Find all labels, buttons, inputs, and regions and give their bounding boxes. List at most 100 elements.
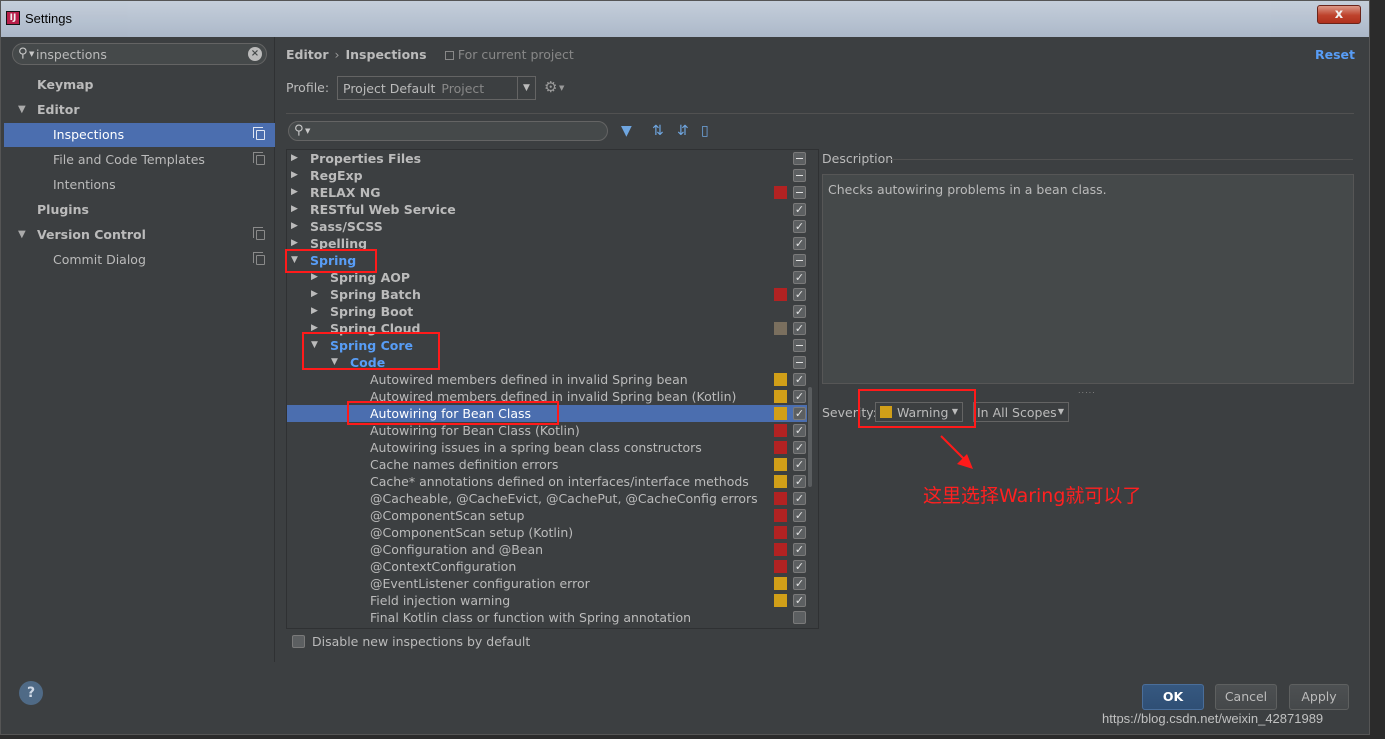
- checkbox-checked[interactable]: ✓: [793, 543, 806, 556]
- tree-row[interactable]: ▶ RegExp: [287, 167, 807, 184]
- tree-row[interactable]: Field injection warning ✓: [287, 592, 807, 609]
- checkbox-checked[interactable]: ✓: [793, 594, 806, 607]
- tree-row[interactable]: Cache names definition errors ✓: [287, 456, 807, 473]
- cancel-button[interactable]: Cancel: [1215, 684, 1277, 710]
- collapse-all-icon[interactable]: ⇵: [677, 123, 689, 139]
- tree-row[interactable]: @Configuration and @Bean ✓: [287, 541, 807, 558]
- help-button[interactable]: ?: [19, 681, 43, 705]
- severity-error-swatch: [774, 424, 787, 437]
- checkbox-checked[interactable]: ✓: [793, 577, 806, 590]
- disable-new-inspections-checkbox[interactable]: [292, 635, 305, 648]
- checkbox-checked[interactable]: ✓: [793, 441, 806, 454]
- sidebar-item-intentions[interactable]: Intentions: [4, 173, 275, 197]
- tree-row[interactable]: ▶ RESTful Web Service ✓: [287, 201, 807, 218]
- project-scope-icon: [253, 227, 265, 240]
- checkbox-checked[interactable]: ✓: [793, 509, 806, 522]
- tree-row[interactable]: Autowiring issues in a spring bean class…: [287, 439, 807, 456]
- severity-error-swatch: [774, 186, 787, 199]
- expand-all-icon[interactable]: ⇅: [652, 123, 664, 139]
- checkbox-checked[interactable]: ✓: [793, 475, 806, 488]
- checkbox-checked[interactable]: ✓: [793, 526, 806, 539]
- chevron-down-icon[interactable]: ▼: [517, 77, 535, 99]
- tree-row[interactable]: ▶ Spring Boot ✓: [287, 303, 807, 320]
- gear-icon[interactable]: ⚙: [544, 78, 557, 96]
- tree-row[interactable]: @ComponentScan setup ✓: [287, 507, 807, 524]
- checkbox-checked[interactable]: ✓: [793, 322, 806, 335]
- chevron-down-icon[interactable]: ▼: [559, 84, 564, 92]
- checkbox-unchecked[interactable]: [793, 611, 806, 624]
- apply-button[interactable]: Apply: [1289, 684, 1349, 710]
- expanded-triangle-icon[interactable]: ▼: [18, 223, 26, 247]
- collapsed-triangle-icon[interactable]: ▶: [291, 184, 298, 201]
- tree-row[interactable]: ▶ Sass/SCSS ✓: [287, 218, 807, 235]
- sidebar-item-commit-dialog[interactable]: Commit Dialog: [4, 248, 275, 272]
- checkbox-partial[interactable]: [793, 339, 806, 352]
- checkbox-checked[interactable]: ✓: [793, 492, 806, 505]
- settings-dialog: IJ Settings x ⚲ ▼ × Keymap ▼ Editor Insp…: [0, 0, 1370, 735]
- tree-row[interactable]: ▶ RELAX NG: [287, 184, 807, 201]
- checkbox-checked[interactable]: ✓: [793, 458, 806, 471]
- checkbox-checked[interactable]: ✓: [793, 373, 806, 386]
- collapsed-triangle-icon[interactable]: ▶: [311, 286, 318, 303]
- severity-error-swatch: [774, 560, 787, 573]
- checkbox-checked[interactable]: ✓: [793, 271, 806, 284]
- checkbox-checked[interactable]: ✓: [793, 560, 806, 573]
- tree-row[interactable]: @ComponentScan setup (Kotlin) ✓: [287, 524, 807, 541]
- sidebar-item-file-and-code-templates[interactable]: File and Code Templates: [4, 148, 275, 172]
- tree-row[interactable]: @EventListener configuration error ✓: [287, 575, 807, 592]
- sidebar-item-editor[interactable]: ▼ Editor: [4, 98, 275, 122]
- close-button[interactable]: x: [1317, 5, 1361, 24]
- eraser-icon[interactable]: ▯: [701, 123, 709, 139]
- checkbox-partial[interactable]: [793, 356, 806, 369]
- checkbox-checked[interactable]: ✓: [793, 203, 806, 216]
- checkbox-partial[interactable]: [793, 254, 806, 267]
- checkbox-partial[interactable]: [793, 186, 806, 199]
- collapsed-triangle-icon[interactable]: ▶: [291, 218, 298, 235]
- inspection-filter-search[interactable]: ⚲ ▼: [288, 121, 608, 141]
- sidebar-item-inspections[interactable]: Inspections: [4, 123, 275, 147]
- collapsed-triangle-icon[interactable]: ▶: [291, 201, 298, 218]
- checkbox-partial[interactable]: [793, 152, 806, 165]
- checkbox-checked[interactable]: ✓: [793, 305, 806, 318]
- tree-row[interactable]: Autowired members defined in invalid Spr…: [287, 371, 807, 388]
- settings-search[interactable]: ⚲ ▼ ×: [12, 43, 267, 65]
- checkbox-checked[interactable]: ✓: [793, 220, 806, 233]
- checkbox-checked[interactable]: ✓: [793, 424, 806, 437]
- splitter-handle[interactable]: .....: [1078, 386, 1096, 395]
- collapsed-triangle-icon[interactable]: ▶: [291, 167, 298, 184]
- collapsed-triangle-icon[interactable]: ▶: [311, 303, 318, 320]
- inspections-tree: ▶ Properties Files ▶ RegExp ▶ RELAX NG ▶ RES…: [286, 149, 819, 629]
- tree-row[interactable]: ▶ Spring Batch ✓: [287, 286, 807, 303]
- collapsed-triangle-icon[interactable]: ▶: [291, 150, 298, 167]
- tree-scrollbar[interactable]: [808, 151, 812, 627]
- settings-search-input[interactable]: [36, 46, 241, 62]
- sidebar-item-version-control[interactable]: ▼ Version Control: [4, 223, 275, 247]
- ok-button[interactable]: OK: [1142, 684, 1204, 710]
- project-scope-icon: [253, 127, 265, 140]
- clear-search-icon[interactable]: ×: [248, 47, 262, 61]
- annotation-box-selected-inspection: [347, 401, 559, 425]
- filter-icon[interactable]: ▼: [621, 123, 632, 139]
- tree-row[interactable]: Cache* annotations defined on interfaces…: [287, 473, 807, 490]
- checkbox-checked[interactable]: ✓: [793, 407, 806, 420]
- checkbox-partial[interactable]: [793, 169, 806, 182]
- project-scope-icon: [253, 252, 265, 265]
- expanded-triangle-icon[interactable]: ▼: [18, 98, 26, 122]
- checkbox-checked[interactable]: ✓: [793, 288, 806, 301]
- tree-row[interactable]: @Cacheable, @CacheEvict, @CachePut, @Cac…: [287, 490, 807, 507]
- profile-dropdown[interactable]: Project Default Project ▼: [337, 76, 536, 100]
- tree-row[interactable]: Final Kotlin class or function with Spri…: [287, 609, 807, 626]
- checkbox-checked[interactable]: ✓: [793, 237, 806, 250]
- scope-dropdown[interactable]: In All Scopes ▼: [973, 402, 1069, 422]
- annotation-text: 这里选择Waring就可以了: [923, 485, 1142, 507]
- search-history-arrow-icon[interactable]: ▼: [305, 127, 310, 135]
- tree-row[interactable]: ▶ Properties Files: [287, 150, 807, 167]
- reset-link[interactable]: Reset: [1315, 47, 1355, 62]
- sidebar-item-keymap[interactable]: Keymap: [4, 73, 275, 97]
- scrollbar-thumb[interactable]: [808, 387, 812, 487]
- search-history-arrow-icon[interactable]: ▼: [29, 50, 34, 58]
- tree-row[interactable]: @ContextConfiguration ✓: [287, 558, 807, 575]
- checkbox-checked[interactable]: ✓: [793, 390, 806, 403]
- sidebar-item-plugins[interactable]: Plugins: [4, 198, 275, 222]
- severity-error-swatch: [774, 526, 787, 539]
